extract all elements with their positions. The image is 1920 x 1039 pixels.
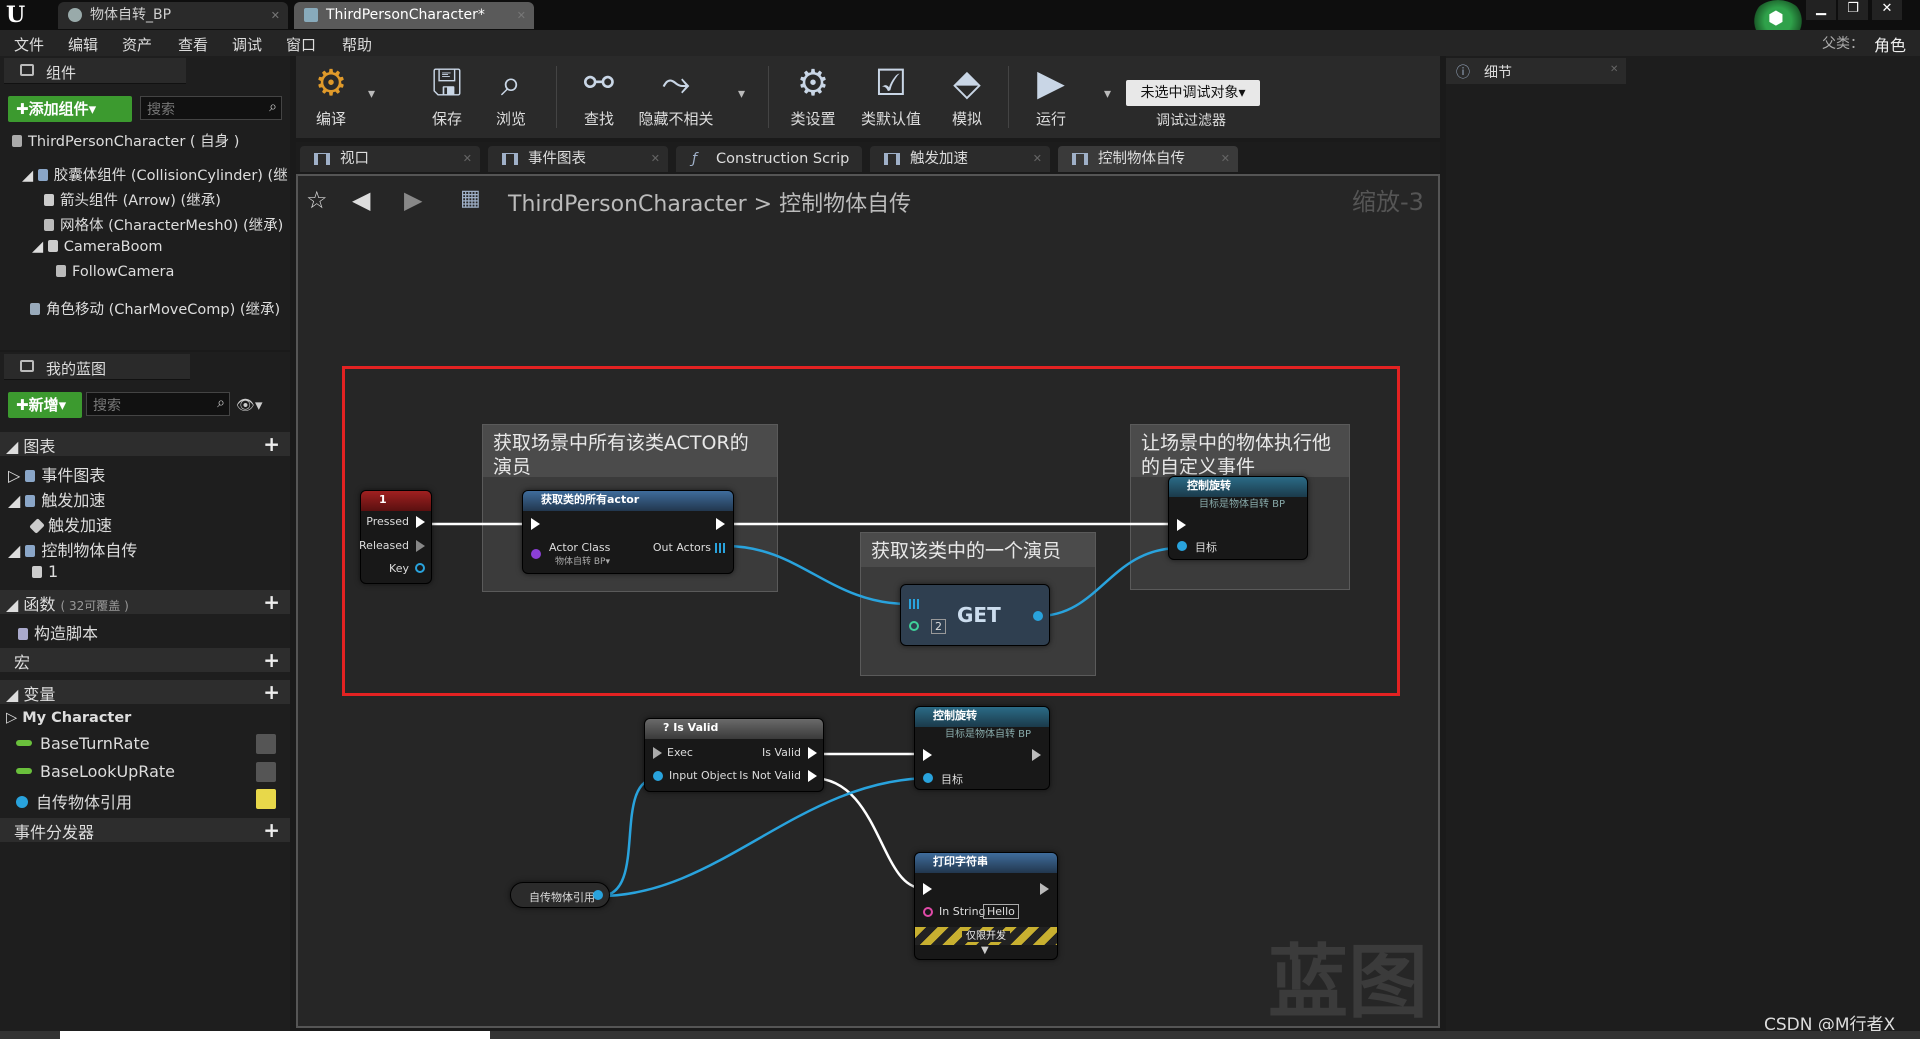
node-get-all-actors[interactable]: 获取类的所有actor Actor Class 物体自转 BP▾ Out Act…	[522, 490, 734, 574]
out-actors-pin[interactable]	[715, 543, 725, 553]
node-array-get[interactable]: GET 2	[900, 584, 1050, 646]
node-print-string[interactable]: 打印字符串 In String Hello 仅限开发 ▼	[914, 852, 1058, 960]
index-value[interactable]: 2	[931, 619, 946, 634]
details-tab[interactable]: ⓘ 细节 ✕	[1446, 58, 1626, 84]
exec-out-pin[interactable]	[716, 518, 725, 530]
exec-out-pin[interactable]	[1032, 749, 1041, 761]
status-bar	[0, 1031, 1920, 1039]
key-out-pin[interactable]	[415, 563, 425, 573]
exec-in-pin[interactable]	[653, 747, 662, 759]
index-in-pin[interactable]	[909, 621, 919, 631]
node-custom-event-call-1[interactable]: 控制旋转 目标是物体自转 BP 目标	[1168, 476, 1308, 560]
in-string-pin[interactable]	[923, 907, 933, 917]
item-out-pin[interactable]	[1033, 611, 1043, 621]
array-in-pin[interactable]	[909, 599, 919, 609]
node-is-valid[interactable]: ? Is Valid Exec Is Valid Input Object Is…	[644, 718, 824, 792]
exec-in-pin[interactable]	[531, 518, 540, 530]
exec-wire	[811, 776, 923, 890]
class-dropdown[interactable]: 物体自转 BP▾	[555, 554, 610, 567]
data-wire	[725, 544, 909, 606]
variable-out-pin[interactable]	[593, 890, 603, 900]
exec-out-pin[interactable]	[1290, 519, 1299, 531]
details-icon: ⓘ	[1456, 65, 1470, 81]
details-panel	[1446, 56, 1920, 1031]
exec-out-pin[interactable]	[416, 540, 425, 552]
exec-in-pin[interactable]	[923, 749, 932, 761]
class-in-pin[interactable]	[531, 549, 541, 559]
target-in-pin[interactable]	[1177, 541, 1187, 551]
development-only-banner: 仅限开发	[915, 927, 1057, 945]
node-key-event[interactable]: 1 Pressed Released Key	[359, 490, 432, 584]
is-not-valid-out-pin[interactable]	[808, 770, 817, 782]
node-custom-event-call-2[interactable]: 控制旋转 目标是物体自转 BP 目标	[914, 706, 1050, 790]
node-variable-get[interactable]: 自传物体引用	[510, 882, 610, 908]
is-valid-out-pin[interactable]	[808, 747, 817, 759]
exec-in-pin[interactable]	[1177, 519, 1186, 531]
exec-out-pin[interactable]	[1040, 883, 1049, 895]
data-wire	[599, 776, 659, 898]
status-progress	[60, 1031, 490, 1039]
data-wire	[1037, 546, 1181, 618]
input-object-pin[interactable]	[653, 771, 663, 781]
advanced-expand-icon[interactable]: ▼	[981, 945, 989, 956]
in-string-value[interactable]: Hello	[983, 904, 1019, 919]
exec-in-pin[interactable]	[923, 883, 932, 895]
exec-out-pin[interactable]	[416, 516, 425, 528]
close-icon[interactable]: ✕	[1610, 64, 1618, 75]
target-in-pin[interactable]	[923, 773, 933, 783]
data-wire	[599, 776, 933, 898]
